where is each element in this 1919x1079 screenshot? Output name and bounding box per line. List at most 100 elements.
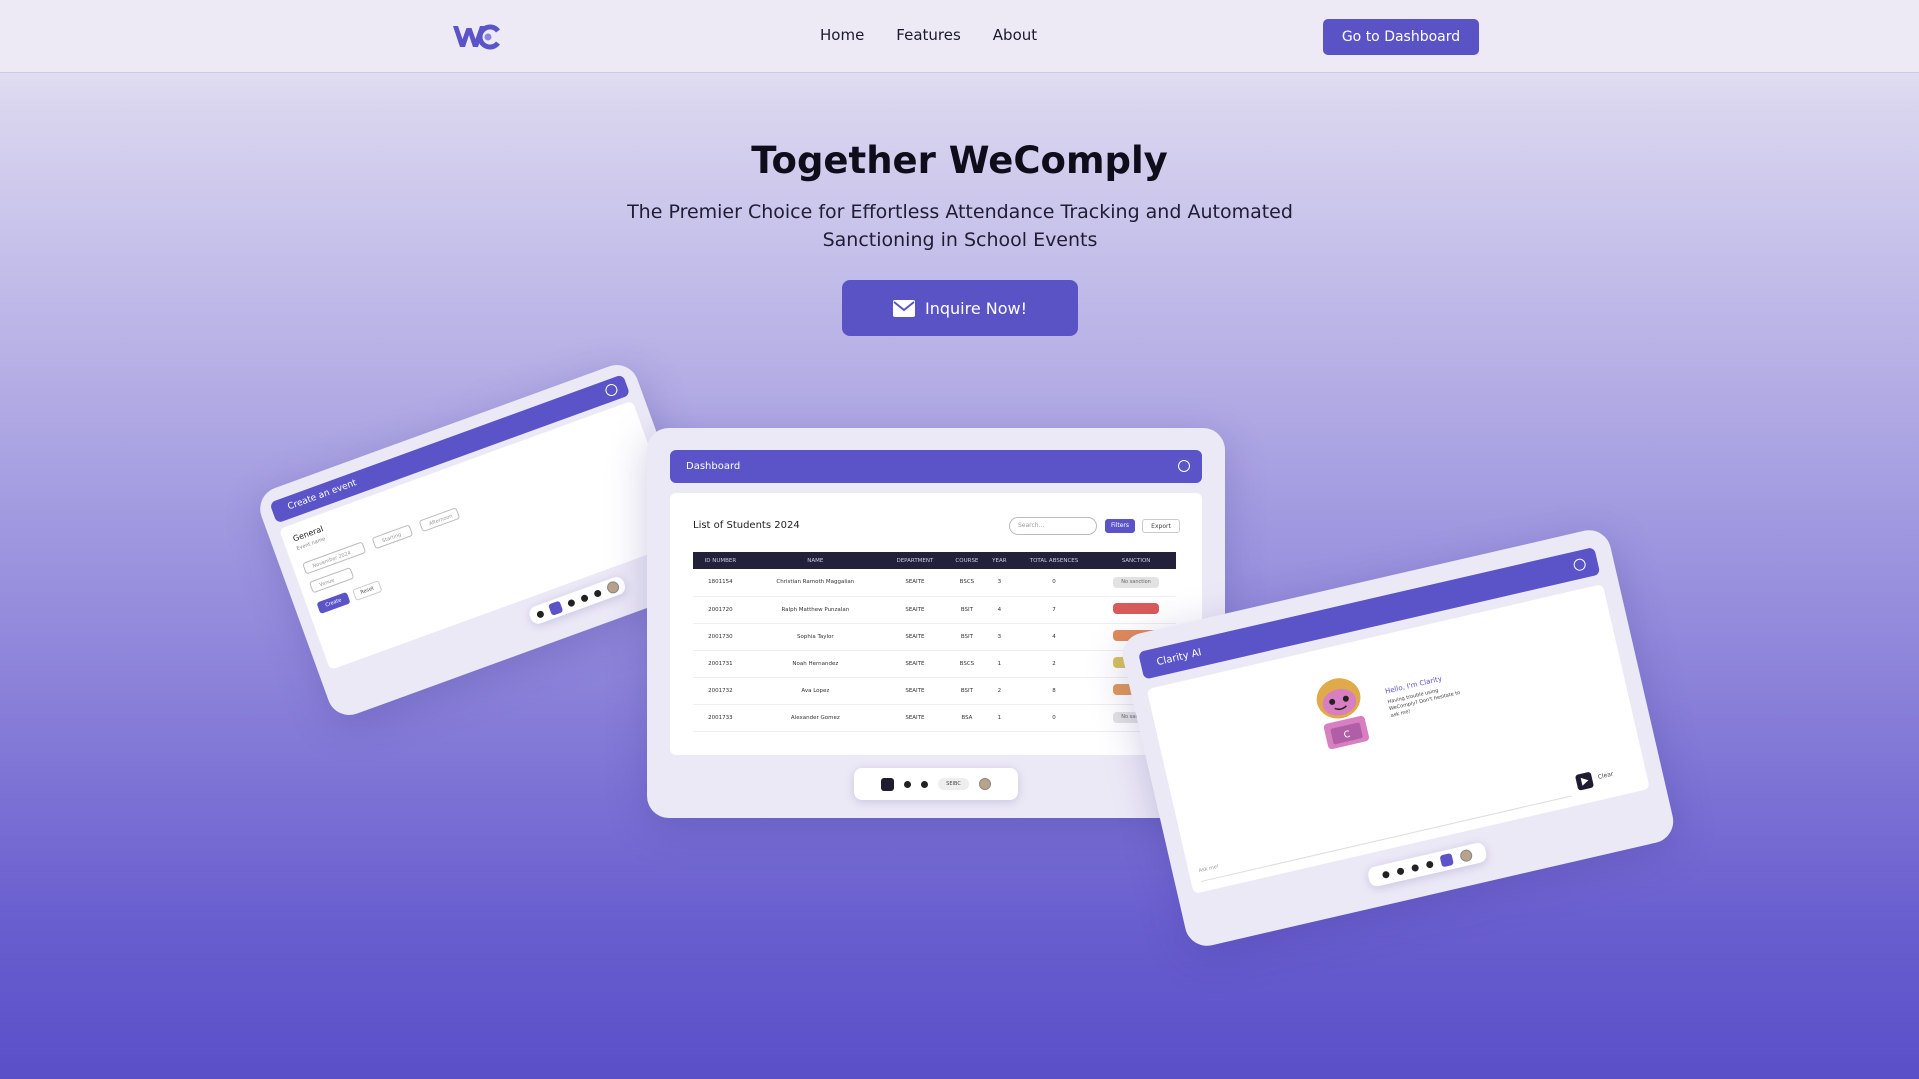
home-icon	[535, 609, 545, 619]
table-cell: 3	[986, 569, 1012, 597]
mock-left-create-button: Create	[316, 591, 351, 615]
table-row: 2001733 Alexander Gomez SEAITE BSA 1 0 N…	[693, 704, 1176, 732]
table-cell: BSA	[946, 704, 987, 732]
clarity-clear-button: Clear	[1597, 770, 1615, 781]
table-cell: BSCS	[946, 569, 987, 597]
mock-left-create-label: Create	[324, 597, 343, 609]
info-icon	[1572, 557, 1587, 572]
mock-left-reset-label: Reset	[359, 585, 375, 596]
table-cell: 0	[1011, 704, 1097, 732]
mock-center-export-button: Export	[1142, 519, 1180, 533]
table-cell: Noah Hernandez	[747, 650, 883, 678]
nav-home-link[interactable]: Home	[820, 26, 864, 44]
table-row: 2001730 Sophia Taylor SEAITE BSIT 3 4	[693, 623, 1176, 651]
table-cell: Ralph Matthew Punzalan	[747, 596, 883, 624]
table-header-cell: SANCTION	[1096, 552, 1176, 569]
envelope-icon	[892, 299, 915, 317]
nav-links: Home Features About	[820, 26, 1037, 44]
mock-center-dock: SEIBC	[854, 768, 1018, 800]
nav-features-link[interactable]: Features	[896, 26, 961, 44]
mock-center-title: Dashboard	[686, 461, 741, 472]
table-header-cell: DEPARTMENT	[882, 552, 947, 569]
avatar	[1459, 848, 1474, 863]
students-table: ID NUMBER NAME DEPARTMENT COURSE YEAR TO…	[693, 552, 1176, 732]
table-cell	[1096, 596, 1176, 624]
table-cell: No sanction	[1096, 569, 1176, 597]
send-icon	[1580, 777, 1589, 786]
top-navbar: Home Features About Go to Dashboard	[0, 0, 1919, 73]
table-cell: 1	[986, 650, 1012, 678]
table-row: 2001731 Noah Hernandez SEAITE BSCS 1 2	[693, 650, 1176, 678]
settings-icon	[566, 598, 576, 608]
mock-center-title-bar: Dashboard	[670, 450, 1202, 483]
sanction-badge	[1113, 603, 1160, 614]
table-cell: SEAITE	[882, 623, 947, 651]
gear-icon	[579, 593, 589, 603]
table-cell: 3	[986, 623, 1012, 651]
table-cell: Christian Ramoth Maggalian	[747, 569, 883, 597]
table-cell: 7	[1011, 596, 1097, 624]
home-icon	[1381, 870, 1391, 879]
table-cell: 2	[986, 677, 1012, 705]
home-icon	[881, 777, 895, 791]
table-header-cell: NAME	[747, 552, 883, 569]
mock-create-event-device: Create an event General Event name Novem…	[254, 358, 712, 722]
hero-title: Together WeComply	[751, 139, 1168, 182]
table-cell: 2	[1011, 650, 1097, 678]
mock-center-filters-button: Filters	[1105, 519, 1135, 533]
gear-icon	[904, 780, 912, 788]
table-cell: 2001733	[693, 704, 748, 732]
mock-center-filters-label: Filters	[1111, 522, 1129, 529]
inquire-now-button[interactable]: Inquire Now!	[842, 280, 1078, 336]
mock-right-panel: C Hello, I'm Clarity Having trouble usin…	[1146, 584, 1650, 894]
table-row: 2001720 Ralph Matthew Punzalan SEAITE BS…	[693, 596, 1176, 624]
table-cell: SEAITE	[882, 569, 947, 597]
table-cell: 2001720	[693, 596, 748, 624]
table-cell: BSIT	[946, 677, 987, 705]
calendar-icon	[547, 600, 563, 617]
mock-center-list-title: List of Students 2024	[693, 520, 800, 531]
chat-icon	[592, 588, 602, 598]
nav-about-link[interactable]: About	[993, 26, 1037, 44]
table-cell: BSIT	[946, 596, 987, 624]
table-cell: Ava Lopez	[747, 677, 883, 705]
avatar	[978, 778, 991, 790]
info-icon	[1178, 460, 1190, 472]
table-cell: SEAITE	[882, 650, 947, 678]
table-cell: 2001731	[693, 650, 748, 678]
mock-center-search-input: Search...	[1009, 517, 1097, 535]
table-cell: 1	[986, 704, 1012, 732]
chat-icon	[921, 780, 929, 788]
table-cell: 4	[1011, 623, 1097, 651]
table-header-cell: TOTAL ABSENCES	[1011, 552, 1097, 569]
send-button	[1574, 771, 1595, 791]
table-header-cell: YEAR	[986, 552, 1012, 569]
table-cell: Sophia Taylor	[747, 623, 883, 651]
table-header-row: ID NUMBER NAME DEPARTMENT COURSE YEAR TO…	[693, 552, 1176, 569]
table-cell: 4	[986, 596, 1012, 624]
table-cell: SEAITE	[882, 677, 947, 705]
info-icon	[603, 382, 620, 398]
table-row: 1801154 Christian Ramoth Maggalian SEAIT…	[693, 569, 1176, 597]
mock-center-dock-label: SEIBC	[938, 778, 969, 790]
table-cell: 8	[1011, 677, 1097, 705]
table-cell: SEAITE	[882, 704, 947, 732]
mock-right-title: Clarity AI	[1155, 646, 1203, 668]
go-to-dashboard-button[interactable]: Go to Dashboard	[1323, 19, 1479, 55]
table-cell: SEAITE	[882, 596, 947, 624]
plus-icon	[1396, 866, 1405, 876]
inquire-now-label: Inquire Now!	[924, 298, 1027, 318]
mock-center-export-label: Export	[1151, 523, 1171, 530]
mock-left-afternoon-input: Afternoon	[418, 507, 461, 533]
wecomply-logo-icon[interactable]	[452, 22, 500, 50]
table-cell: BSIT	[946, 623, 987, 651]
avatar	[604, 579, 621, 596]
table-cell: 0	[1011, 569, 1097, 597]
table-header-cell: ID NUMBER	[693, 552, 748, 569]
mock-left-reset-button: Reset	[352, 580, 383, 602]
table-cell: 1801154	[693, 569, 748, 597]
mock-left-starting-input: Starting	[371, 524, 414, 550]
users-icon	[1410, 863, 1420, 872]
hero-subtitle: The Premier Choice for Effortless Attend…	[627, 201, 1293, 251]
table-cell: Alexander Gomez	[747, 704, 883, 732]
